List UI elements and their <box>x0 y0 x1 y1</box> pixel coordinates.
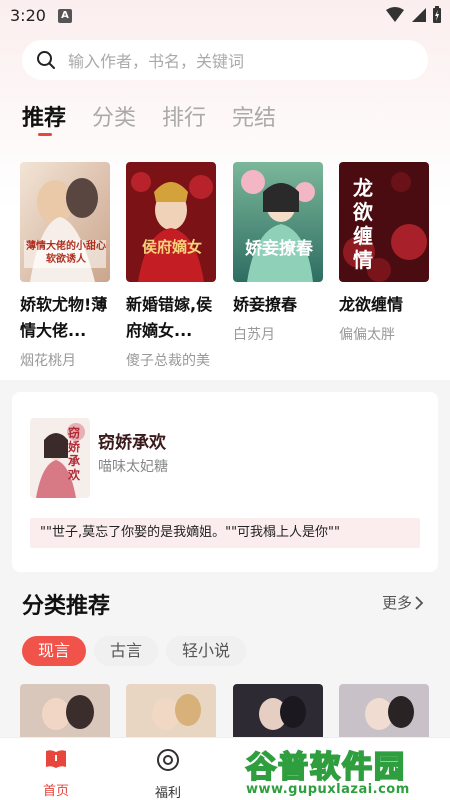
search-placeholder: 输入作者，书名，关键词 <box>68 52 245 71</box>
chip-ancient-romance[interactable]: 古言 <box>94 636 159 666</box>
nav-home-label: 首页 <box>42 784 69 799</box>
book-cover[interactable]: 侯府嫡女 <box>126 162 216 282</box>
featured-book-title[interactable]: 窃娇承欢 <box>98 428 166 453</box>
cover-title-art: 窃娇承欢 <box>68 426 81 482</box>
watermark-text: 谷普软件园 <box>245 749 406 786</box>
target-icon <box>157 749 179 771</box>
tab-ranking[interactable]: 排行 <box>162 100 206 132</box>
watermark-url: www.gupuxlazai.com <box>246 782 410 797</box>
search-icon <box>37 51 55 69</box>
category-chips: 现言 古言 轻小说 <box>22 636 247 666</box>
book-card[interactable]: 龙欲缠情 龙欲缠情 偏偏太胖 <box>339 162 429 344</box>
wifi-icon <box>386 7 404 22</box>
book-title[interactable]: 龙欲缠情 <box>339 292 439 318</box>
active-tab-indicator <box>38 133 52 136</box>
tab-category[interactable]: 分类 <box>92 100 136 132</box>
book-title[interactable]: 娇软尤物!薄情大佬... <box>20 292 120 344</box>
top-tabs: 推荐 分类 排行 完结 <box>22 100 276 132</box>
featured-book-cover[interactable]: 窃娇承欢 <box>30 418 90 498</box>
cover-title-art: 龙欲缠情 <box>353 176 373 272</box>
book-author: 偏偏太胖 <box>339 327 395 343</box>
signal-icon <box>412 8 426 22</box>
book-title[interactable]: 娇妾撩春 <box>233 292 333 318</box>
battery-icon <box>433 6 441 23</box>
status-time: 3:20 <box>10 6 46 25</box>
cover-title-art: 薄情大佬的小甜心软欲诱人 <box>26 241 106 265</box>
book-cover[interactable] <box>126 684 216 744</box>
nav-home[interactable]: 首页 <box>26 748 86 799</box>
chip-light-novel[interactable]: 轻小说 <box>166 636 247 666</box>
search-bar[interactable]: 输入作者，书名，关键词 <box>22 40 428 80</box>
book-card[interactable]: 侯府嫡女 新婚错嫁,侯府嫡女... 傻子总裁的美 <box>126 162 216 370</box>
section-title: 分类推荐 <box>22 594 111 619</box>
chevron-right-icon <box>415 595 424 610</box>
cover-title-art: 侯府嫡女 <box>141 238 202 256</box>
notification-icon: A <box>58 9 72 23</box>
book-card[interactable]: 娇妾撩春 娇妾撩春 白苏月 <box>233 162 323 344</box>
cover-title-art: 娇妾撩春 <box>245 239 313 259</box>
book-cover[interactable]: 娇妾撩春 <box>233 162 323 282</box>
book-cover[interactable] <box>20 684 110 744</box>
book-author: 傻子总裁的美 <box>126 353 210 369</box>
more-label: 更多 <box>381 594 412 612</box>
watermark-logo: 谷普软件园 www.gupuxlazai.com <box>245 742 446 798</box>
book-cover[interactable] <box>233 684 323 744</box>
chip-modern-romance[interactable]: 现言 <box>22 636 87 666</box>
tab-completed[interactable]: 完结 <box>232 100 276 132</box>
book-icon <box>46 750 66 768</box>
book-author: 白苏月 <box>233 327 275 343</box>
featured-book-author: 喵味太妃糖 <box>98 459 168 475</box>
nav-welfare[interactable]: 福利 <box>138 748 198 800</box>
book-title[interactable]: 新婚错嫁,侯府嫡女... <box>126 292 226 344</box>
featured-book-quote: ""世子,莫忘了你娶的是我嫡姐。""可我榻上人是你"" <box>30 518 420 548</box>
tab-recommend[interactable]: 推荐 <box>22 100 66 132</box>
book-cover[interactable]: 薄情大佬的小甜心软欲诱人 <box>20 162 110 282</box>
nav-welfare-label: 福利 <box>154 786 181 800</box>
more-link[interactable]: 更多 <box>382 592 424 613</box>
book-card[interactable]: 薄情大佬的小甜心软欲诱人 娇软尤物!薄情大佬... 烟花桃月 <box>20 162 110 370</box>
book-cover[interactable]: 龙欲缠情 <box>339 162 429 282</box>
status-bar: 3:20 A <box>0 0 450 32</box>
book-author: 烟花桃月 <box>20 353 76 369</box>
book-cover[interactable] <box>339 684 429 744</box>
featured-book-card[interactable]: 窃娇承欢 窃娇承欢 喵味太妃糖 ""世子,莫忘了你娶的是我嫡姐。""可我榻上人是… <box>12 392 438 572</box>
